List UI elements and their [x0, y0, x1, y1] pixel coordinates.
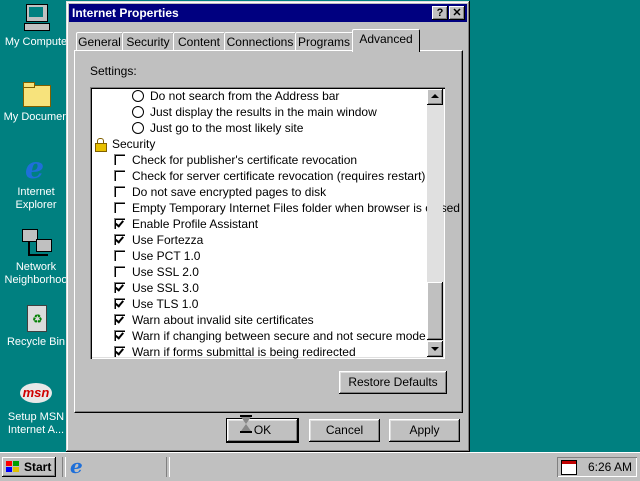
- windows-logo-icon: [6, 461, 20, 473]
- option-label: Do not save encrypted pages to disk: [132, 185, 327, 199]
- tab-security[interactable]: Security: [122, 32, 174, 51]
- help-button[interactable]: ?: [432, 6, 448, 20]
- option-label: Do not search from the Address bar: [150, 89, 340, 103]
- desktop-icon-label: Neighborhoo: [4, 274, 68, 286]
- checkbox[interactable]: [114, 298, 125, 309]
- option-label: Use TLS 1.0: [132, 297, 199, 311]
- scheduler-icon[interactable]: [561, 460, 577, 475]
- desktop-icon-label: Internet: [17, 186, 55, 198]
- option-label: Warn about invalid site certificates: [132, 313, 314, 327]
- checkbox[interactable]: [114, 314, 125, 325]
- scroll-up-button[interactable]: [427, 89, 443, 105]
- restore-defaults-button[interactable]: Restore Defaults: [339, 371, 447, 394]
- lock-icon: [94, 138, 107, 152]
- security-group-label: Security: [112, 137, 156, 151]
- desktop-icon-network[interactable]: Network Neighborhoo: [0, 227, 72, 287]
- desktop-icon-my-documents[interactable]: My Documen: [0, 77, 72, 124]
- option-label: Use SSL 2.0: [132, 265, 199, 279]
- internet-properties-dialog: Internet Properties ? ✕ General Security…: [66, 1, 470, 452]
- ok-label: OK: [253, 423, 272, 437]
- desktop-icon-recycle-bin[interactable]: ♻ Recycle Bin: [0, 302, 72, 349]
- option-label: Check for publisher's certificate revoca…: [132, 153, 358, 167]
- option-label: Use SSL 3.0: [132, 281, 199, 295]
- cancel-button[interactable]: Cancel: [309, 419, 380, 442]
- checkbox[interactable]: [114, 250, 125, 261]
- msn-icon: msn: [20, 377, 52, 409]
- option-label: Just display the results in the main win…: [150, 105, 377, 119]
- checkbox[interactable]: [114, 346, 125, 357]
- scroll-thumb[interactable]: [427, 282, 443, 340]
- checkbox[interactable]: [114, 186, 125, 197]
- system-tray: 6:26 AM: [557, 457, 637, 477]
- tab-general[interactable]: General: [76, 32, 123, 51]
- clock[interactable]: 6:26 AM: [588, 457, 632, 477]
- desktop-icon-internet-explorer[interactable]: e Internet Explorer: [0, 152, 72, 212]
- close-button[interactable]: ✕: [449, 6, 465, 20]
- radio-button[interactable]: [132, 122, 144, 134]
- desktop-icon-setup-msn[interactable]: msn Setup MSN Internet A...: [0, 377, 72, 437]
- settings-scrollbar[interactable]: [427, 89, 443, 357]
- advanced-panel: Settings: Do not search from the Address…: [74, 50, 463, 413]
- my-computer-icon: [20, 2, 52, 34]
- arrow-down-icon: [431, 347, 439, 351]
- option-label: Warn if changing between secure and not …: [132, 329, 426, 343]
- tab-content[interactable]: Content: [173, 32, 225, 51]
- recycle-bin-icon: ♻: [20, 302, 52, 334]
- checkbox[interactable]: [114, 218, 125, 229]
- internet-explorer-icon: e: [25, 151, 45, 186]
- desktop-icon-label: My Compute: [4, 36, 68, 48]
- radio-button[interactable]: [132, 106, 144, 118]
- desktop-icon-label: Network: [15, 261, 57, 273]
- desktop-icon-label: Internet A...: [7, 424, 65, 436]
- tab-advanced[interactable]: Advanced: [352, 29, 420, 52]
- settings-list[interactable]: Do not search from the Address bar Just …: [90, 87, 460, 359]
- quick-launch-divider: [166, 457, 170, 477]
- checkbox[interactable]: [114, 282, 125, 293]
- hourglass-cursor-icon: [240, 415, 252, 433]
- checkbox[interactable]: [114, 202, 125, 213]
- checkbox[interactable]: [114, 170, 125, 181]
- desktop-icon-my-computer[interactable]: My Compute: [0, 2, 72, 49]
- taskbar: Start e 6:26 AM: [0, 452, 640, 481]
- title-bar[interactable]: Internet Properties ? ✕: [69, 4, 467, 22]
- ok-button[interactable]: OK: [226, 415, 299, 443]
- checkbox[interactable]: [114, 154, 125, 165]
- apply-button[interactable]: Apply: [389, 419, 460, 442]
- start-label: Start: [24, 460, 52, 474]
- checkbox[interactable]: [114, 266, 125, 277]
- option-label: Warn if forms submittal is being redirec…: [132, 345, 356, 359]
- radio-button[interactable]: [132, 90, 144, 102]
- tab-programs[interactable]: Programs: [295, 32, 353, 51]
- network-icon: [20, 227, 52, 259]
- desktop-icon-label: Explorer: [15, 199, 57, 211]
- option-label: Just go to the most likely site: [150, 121, 304, 135]
- desktop-icon-label: My Documen: [3, 111, 69, 123]
- option-label: Enable Profile Assistant: [132, 217, 259, 231]
- tab-connections[interactable]: Connections: [224, 32, 296, 51]
- desktop-icon-label: Recycle Bin: [6, 336, 66, 348]
- option-label: Use PCT 1.0: [132, 249, 201, 263]
- dialog-title: Internet Properties: [72, 6, 179, 20]
- settings-label: Settings:: [90, 64, 137, 78]
- desktop-icon-label: Setup MSN: [7, 411, 65, 423]
- option-label: Use Fortezza: [132, 233, 204, 247]
- option-label: Check for server certificate revocation …: [132, 169, 426, 183]
- option-label: Empty Temporary Internet Files folder wh…: [132, 201, 460, 215]
- start-button[interactable]: Start: [2, 457, 56, 477]
- folder-icon: [20, 77, 52, 109]
- checkbox[interactable]: [114, 330, 125, 341]
- quick-launch-divider: [62, 457, 66, 477]
- scroll-down-button[interactable]: [427, 341, 443, 357]
- checkbox[interactable]: [114, 234, 125, 245]
- ie-quick-launch-icon[interactable]: e: [70, 455, 90, 477]
- arrow-up-icon: [431, 94, 439, 98]
